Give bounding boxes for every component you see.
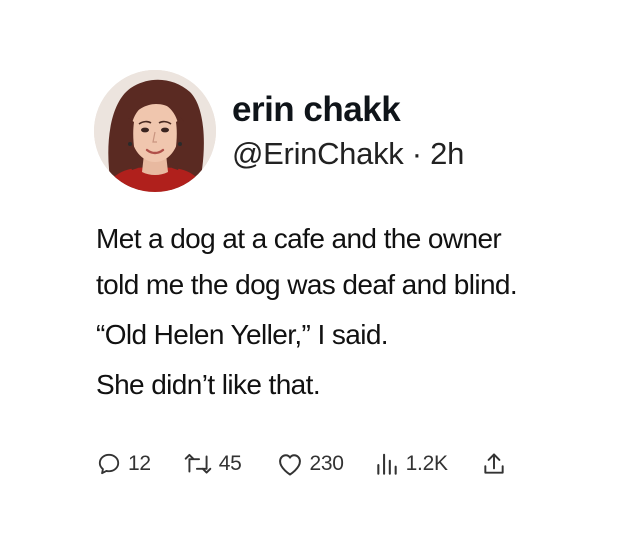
tweet-body: Met a dog at a cafe and the owner told m… — [96, 220, 566, 404]
tweet-card: erin chakk @ErinChakk · 2h Met a dog at … — [0, 0, 621, 545]
views-button[interactable]: 1.2K — [374, 451, 448, 477]
tweet-text-line: “Old Helen Yeller,” I said. — [96, 319, 389, 350]
reply-button[interactable]: 12 — [96, 451, 151, 477]
tweet-text-line: told me the dog was deaf and blind. — [96, 269, 518, 300]
retweet-icon — [184, 453, 212, 474]
tweet-text-line: Met a dog at a cafe and the owner — [96, 223, 502, 254]
avatar[interactable] — [94, 70, 216, 192]
like-count: 230 — [309, 452, 344, 475]
share-button[interactable] — [482, 451, 506, 477]
heart-icon — [278, 454, 301, 476]
retweet-button[interactable]: 45 — [183, 451, 242, 477]
comment-icon — [98, 453, 120, 475]
author-name[interactable]: erin chakk — [232, 90, 401, 130]
post-time[interactable]: 2h — [430, 136, 464, 171]
retweet-count: 45 — [218, 452, 242, 475]
share-icon — [484, 453, 504, 474]
author-handle[interactable]: @ErinChakk — [232, 136, 404, 171]
views-count: 1.2K — [405, 452, 448, 475]
meta-separator: · — [411, 136, 422, 171]
tweet-text-line: She didn’t like that. — [96, 369, 321, 400]
bar-chart-icon — [376, 453, 397, 475]
author-meta: @ErinChakk · 2h — [232, 136, 464, 172]
like-button[interactable]: 230 — [276, 451, 344, 477]
reply-count: 12 — [128, 452, 151, 475]
avatar-photo — [94, 70, 216, 192]
action-bar: 12 45 230 1.2K — [96, 446, 506, 482]
